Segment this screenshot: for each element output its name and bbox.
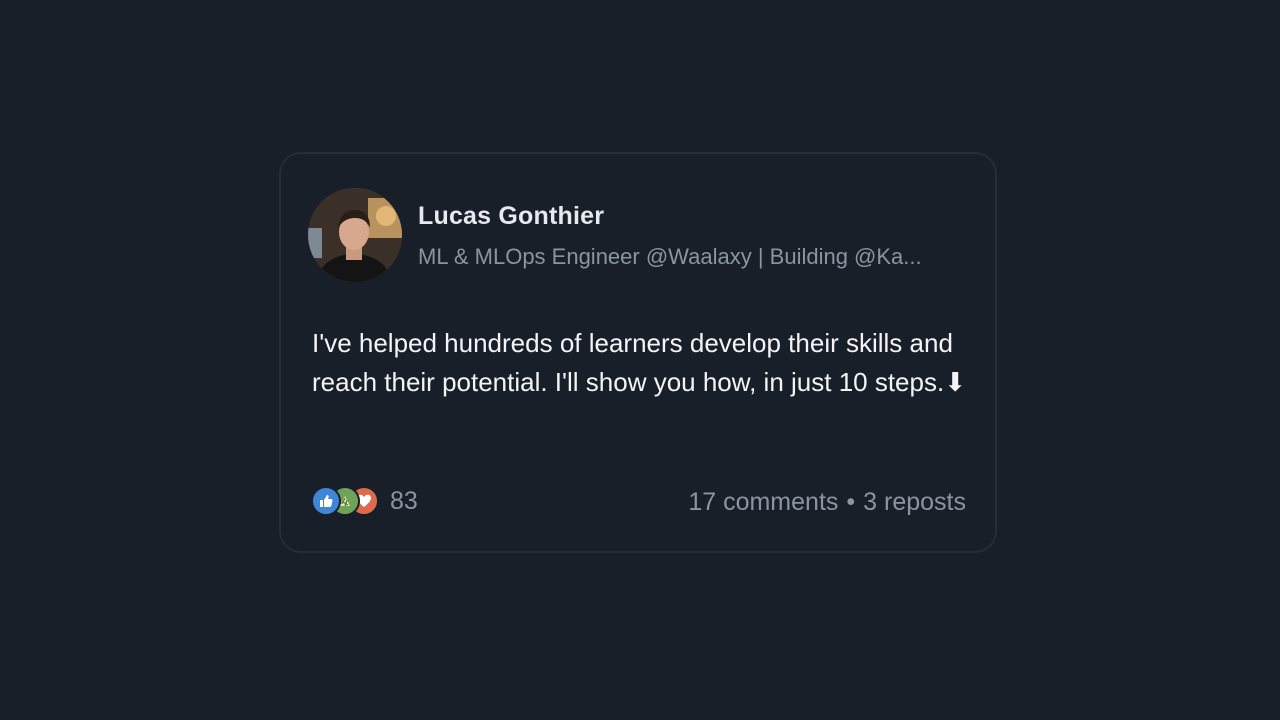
comments-link[interactable]: 17 comments: [688, 488, 838, 516]
author-headline: ML & MLOps Engineer @Waalaxy | Building …: [418, 244, 922, 269]
avatar[interactable]: [308, 188, 402, 282]
reaction-count: 83: [390, 486, 418, 515]
reactions-summary[interactable]: 83: [311, 486, 418, 516]
reposts-link[interactable]: 3 reposts: [863, 488, 966, 516]
like-icon: [311, 486, 341, 516]
post-text: I've helped hundreds of learners develop…: [312, 328, 966, 397]
stats-separator: •: [846, 488, 856, 516]
avatar-image: [308, 188, 402, 282]
author-name[interactable]: Lucas Gonthier: [418, 202, 604, 231]
post-stats: 17 comments • 3 reposts: [688, 488, 966, 517]
post-card: Lucas Gonthier ML & MLOps Engineer @Waal…: [279, 152, 997, 553]
